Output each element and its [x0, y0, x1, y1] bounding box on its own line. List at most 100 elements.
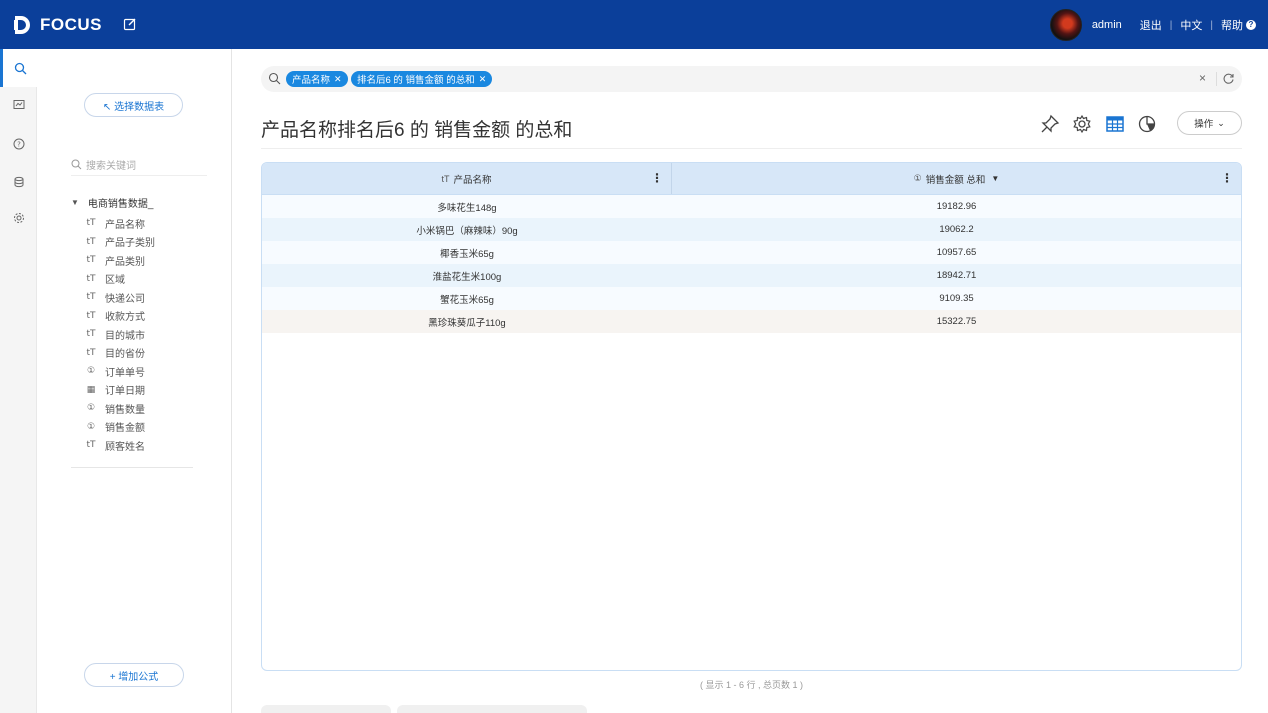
text-field-icon: tT: [86, 218, 96, 229]
field-label: 产品类别: [105, 256, 145, 268]
column-header[interactable]: tT 产品名称 ⋮: [262, 163, 672, 194]
text-field-icon: tT: [86, 440, 96, 451]
number-field-icon: ①: [86, 421, 96, 432]
keyword-search-input[interactable]: 搜索关键词: [71, 154, 207, 176]
rail-search[interactable]: [0, 49, 37, 87]
field-item[interactable]: tT 目的城市: [85, 325, 205, 344]
avatar[interactable]: [1049, 9, 1082, 41]
edit-icon[interactable]: [123, 17, 139, 33]
clear-search-icon[interactable]: ×: [1199, 71, 1206, 85]
select-table-button[interactable]: ↖ 选择数据表: [84, 93, 183, 117]
icon-rail: ?: [0, 49, 37, 713]
help-link[interactable]: 帮助: [1221, 17, 1243, 33]
field-item[interactable]: tT 产品类别: [85, 251, 205, 270]
result-title: 产品名称排名后6 的 销售金额 的总和: [261, 120, 573, 141]
rail-help[interactable]: ?: [0, 125, 37, 163]
field-label: 区域: [105, 275, 125, 287]
dataset-name: 电商销售数据_: [87, 199, 154, 210]
focus-logo[interactable]: FOCUS: [12, 12, 102, 38]
field-label: 订单日期: [105, 386, 145, 398]
text-field-icon: tT: [441, 173, 450, 184]
username[interactable]: admin: [1092, 19, 1122, 31]
text-field-icon: tT: [86, 329, 96, 340]
database-icon: [14, 176, 23, 188]
logo-mark-icon: [12, 14, 34, 36]
settings-icon[interactable]: [1072, 114, 1092, 134]
cell-sales: 15322.75: [936, 316, 977, 327]
cell-sales: 9109.35: [939, 293, 974, 304]
top-header: FOCUS admin 退出 | 中文 | 帮助 ?: [0, 0, 1268, 49]
table-row[interactable]: 多味花生148g 19182.96: [262, 195, 1241, 218]
svg-text:?: ?: [17, 141, 21, 149]
field-item[interactable]: tT 快递公司: [85, 288, 205, 307]
help-icon[interactable]: ?: [1246, 20, 1256, 30]
pin-icon[interactable]: [1040, 114, 1060, 134]
column-label: 产品名称: [453, 174, 492, 186]
token-label: 产品名称: [292, 75, 331, 86]
logout-link[interactable]: 退出: [1140, 17, 1162, 33]
remove-token-icon[interactable]: ✕: [334, 74, 342, 85]
text-field-icon: tT: [86, 310, 96, 321]
search-icon: [71, 159, 82, 170]
rail-board[interactable]: [0, 86, 37, 124]
field-item[interactable]: ▦ 订单日期: [85, 381, 205, 400]
text-field-icon: tT: [86, 236, 96, 247]
cell-product: 黑珍珠葵瓜子110g: [428, 317, 506, 329]
rail-settings[interactable]: [0, 199, 37, 237]
table-row[interactable]: 黑珍珠葵瓜子110g 15322.75: [262, 310, 1241, 333]
dataset-node[interactable]: ▼ 电商销售数据_: [71, 195, 153, 210]
field-item[interactable]: tT 产品子类别: [85, 233, 205, 252]
refresh-icon[interactable]: [1222, 72, 1235, 85]
table-view-icon[interactable]: [1105, 114, 1125, 134]
cell-product: 椰香玉米65g: [440, 248, 494, 260]
text-field-icon: tT: [86, 273, 96, 284]
field-item[interactable]: tT 顾客姓名: [85, 436, 205, 455]
rail-data[interactable]: [0, 163, 37, 201]
bottom-tab[interactable]: [261, 705, 391, 713]
table-row[interactable]: 椰香玉米65g 10957.65: [262, 241, 1241, 264]
field-label: 产品名称: [105, 219, 145, 231]
cell-product: 多味花生148g: [437, 202, 497, 214]
add-formula-button[interactable]: + 增加公式: [84, 663, 184, 687]
field-item[interactable]: ① 订单单号: [85, 362, 205, 381]
search-icon: [14, 62, 26, 74]
query-token[interactable]: 产品名称 ✕: [286, 71, 348, 87]
field-item[interactable]: tT 收款方式: [85, 307, 205, 326]
field-label: 快递公司: [105, 293, 145, 305]
divider: [261, 148, 1242, 149]
separator: |: [1169, 19, 1173, 31]
cell-product: 蟹花玉米65g: [440, 294, 494, 306]
field-label: 订单单号: [105, 367, 145, 379]
bottom-tab[interactable]: [397, 705, 587, 713]
field-label: 顾客姓名: [105, 441, 145, 453]
chart-view-icon[interactable]: [1137, 114, 1157, 134]
help-icon: ?: [13, 138, 24, 150]
field-item[interactable]: ① 销售数量: [85, 399, 205, 418]
remove-token-icon[interactable]: ✕: [479, 74, 487, 85]
cell-sales: 18942.71: [936, 270, 977, 281]
settings-icon: [13, 213, 24, 223]
language-link[interactable]: 中文: [1180, 17, 1202, 33]
divider: [71, 467, 193, 468]
sort-desc-icon[interactable]: ▼: [991, 174, 999, 183]
column-menu-icon[interactable]: ⋮: [1221, 172, 1233, 184]
field-item[interactable]: tT 区域: [85, 270, 205, 289]
search-placeholder: 搜索关键词: [86, 161, 136, 172]
number-field-icon: ①: [913, 173, 922, 183]
field-item[interactable]: tT 产品名称: [85, 214, 205, 233]
field-item[interactable]: tT 目的省份: [85, 344, 205, 363]
caret-down-icon[interactable]: ▼: [71, 198, 79, 207]
cell-sales: 19062.2: [939, 224, 974, 235]
column-header[interactable]: ① 销售金额 总和 ▼ ⋮: [672, 163, 1241, 194]
operations-button[interactable]: 操作 ⌄: [1177, 111, 1242, 135]
board-icon: [13, 100, 24, 109]
column-menu-icon[interactable]: ⋮: [651, 172, 663, 184]
query-token[interactable]: 排名后6 的 销售金额 的总和 ✕: [351, 71, 493, 87]
field-item[interactable]: ① 销售金额: [85, 418, 205, 437]
result-table: tT 产品名称 ⋮ ① 销售金额 总和 ▼ ⋮ 多味花生148g 19182.96…: [261, 162, 1242, 671]
table-row[interactable]: 小米锅巴（麻辣味）90g 19062.2: [262, 218, 1241, 241]
table-row[interactable]: 蟹花玉米65g 9109.35: [262, 287, 1241, 310]
query-search-bar[interactable]: 产品名称 ✕ 排名后6 的 销售金额 的总和 ✕ ×: [261, 66, 1242, 92]
number-field-icon: ①: [86, 403, 96, 414]
table-row[interactable]: 淮盐花生米100g 18942.71: [262, 264, 1241, 287]
